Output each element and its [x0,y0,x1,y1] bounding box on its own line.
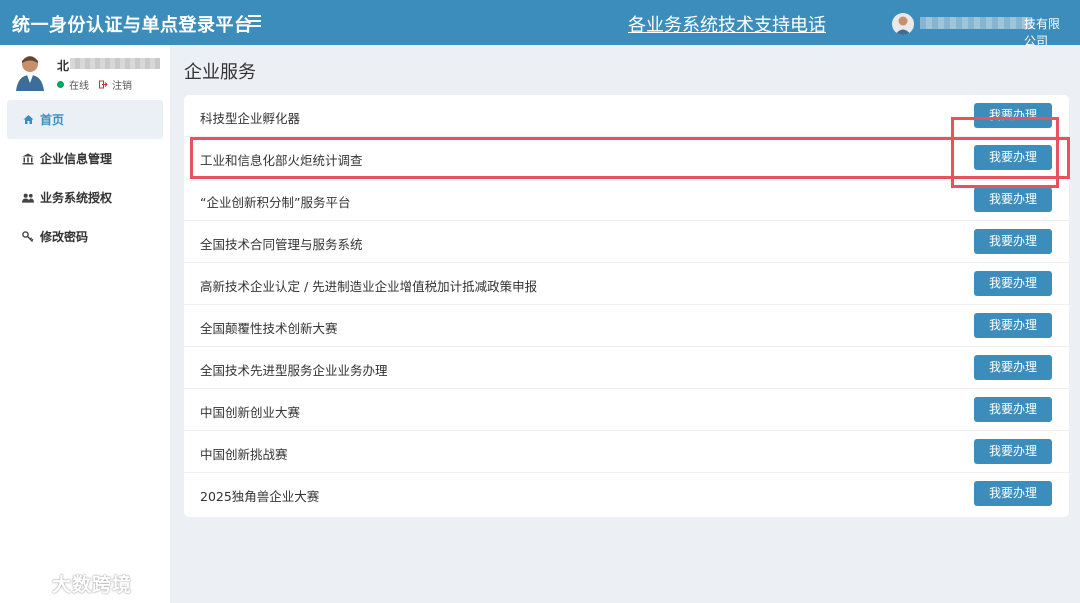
user-avatar-small[interactable] [892,13,914,35]
company-suffix: 技有限公司 [1024,17,1061,48]
list-item: “企业创新积分制”服务平台 我要办理 [184,179,1069,221]
handle-button[interactable]: 我要办理 [974,271,1052,296]
online-status-icon [57,81,64,88]
service-name: 全国技术先进型服务企业业务办理 [200,363,388,378]
user-panel: 北 在线 注销 [0,45,170,100]
logout-link[interactable]: 注销 [112,77,132,92]
handle-button[interactable]: 我要办理 [974,313,1052,338]
avatar [15,53,45,91]
list-item: 中国创新创业大赛 我要办理 [184,389,1069,431]
sidebar-item-label: 企业信息管理 [40,152,113,166]
service-name: 科技型企业孵化器 [200,111,301,126]
redacted-user-name [70,58,160,69]
bank-icon [22,153,34,165]
service-name: “企业创新积分制”服务平台 [200,195,351,210]
sidebar-item-home[interactable]: 首页 [7,100,163,139]
user-status-row: 在线 注销 [57,77,132,92]
menu-toggle-icon[interactable] [248,13,264,29]
sidebar-item-label: 修改密码 [40,230,89,244]
list-item: 全国技术合同管理与服务系统 我要办理 [184,221,1069,263]
redacted-company-name [920,17,1032,29]
watermark-logo-icon [11,576,47,590]
sidebar-item-label: 首页 [40,113,65,127]
sidebar: 北 在线 注销 首页 企业信息管理 业务系统授权 修改密码 [0,45,170,603]
sidebar-item-enterprise-info[interactable]: 企业信息管理 [0,139,170,178]
service-name: 中国创新挑战赛 [200,447,288,462]
handle-button[interactable]: 我要办理 [974,187,1052,212]
sidebar-item-system-authorization[interactable]: 业务系统授权 [0,178,170,217]
handle-button[interactable]: 我要办理 [974,355,1052,380]
app-title[interactable]: 统一身份认证与单点登录平台 [12,11,253,37]
service-name: 中国创新创业大赛 [200,405,301,420]
list-item: 中国创新挑战赛 我要办理 [184,431,1069,473]
watermark-text: 大数跨境 [52,574,133,596]
sidebar-nav: 首页 企业信息管理 业务系统授权 修改密码 [0,100,170,256]
list-item: 科技型企业孵化器 我要办理 [184,95,1069,137]
sidebar-item-change-password[interactable]: 修改密码 [0,217,170,256]
list-item: 全国颠覆性技术创新大赛 我要办理 [184,305,1069,347]
watermark: 大数跨境 [10,570,132,597]
page-title: 企业服务 [184,62,256,83]
home-icon [22,114,34,126]
support-phone-link[interactable]: 各业务系统技术支持电话 [628,11,826,37]
list-item: 高新技术企业认定 / 先进制造业企业增值税加计抵减政策申报 我要办理 [184,263,1069,305]
handle-button[interactable]: 我要办理 [974,481,1052,506]
list-item: 全国技术先进型服务企业业务办理 我要办理 [184,347,1069,389]
users-icon [22,192,34,204]
handle-button[interactable]: 我要办理 [974,397,1052,422]
service-name: 全国技术合同管理与服务系统 [200,237,363,252]
top-header: 统一身份认证与单点登录平台 各业务系统技术支持电话 技有限公司 [0,0,1080,48]
highlight-row-annotation [190,137,1070,179]
key-icon [22,230,34,243]
handle-button[interactable]: 我要办理 [974,229,1052,254]
service-name: 全国颠覆性技术创新大赛 [200,321,338,336]
list-item: 2025独角兽企业大赛 我要办理 [184,473,1069,515]
service-name: 2025独角兽企业大赛 [200,489,320,504]
user-company[interactable]: 技有限公司 [920,15,1068,48]
user-name: 北 [57,59,70,73]
logout-icon[interactable] [99,80,108,89]
highlight-button-annotation [951,117,1059,188]
sidebar-item-label: 业务系统授权 [40,191,113,205]
handle-button[interactable]: 我要办理 [974,439,1052,464]
online-status-label: 在线 [69,81,89,92]
service-name: 高新技术企业认定 / 先进制造业企业增值税加计抵减政策申报 [200,279,538,294]
